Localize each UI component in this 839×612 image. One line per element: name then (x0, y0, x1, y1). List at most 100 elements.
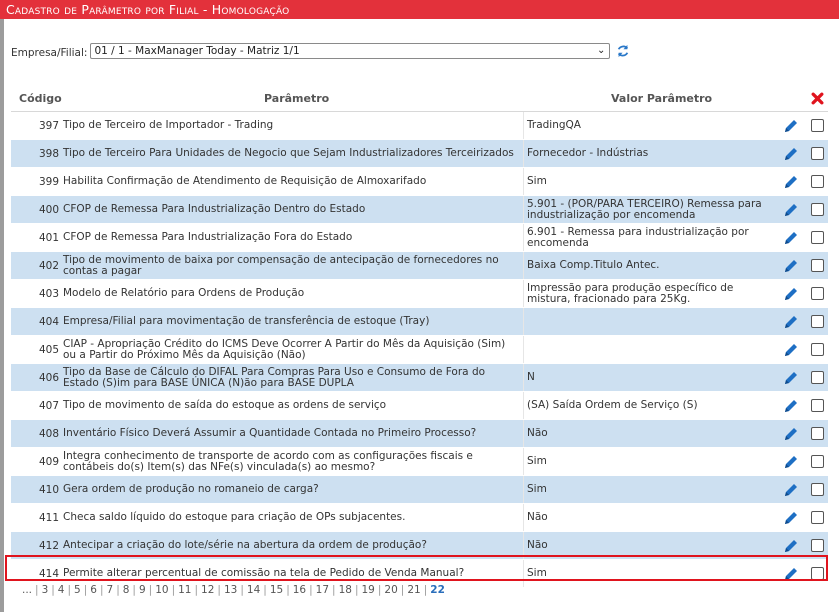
row-value: Sim (523, 168, 773, 195)
row-value: Fornecedor - Indústrias (523, 140, 773, 167)
header-value[interactable]: Valor Parâmetro (611, 92, 712, 105)
row-value: 5.901 - (POR/PARA TERCEIRO) Remessa para… (523, 196, 773, 223)
row-value: Sim (523, 560, 773, 587)
table-row[interactable]: 409 Integra conhecimento de transporte de… (11, 448, 828, 476)
row-checkbox[interactable] (811, 343, 824, 356)
empresa-filial-select[interactable]: 01 / 1 - MaxManager Today - Matriz 1/1 ⌄ (90, 43, 611, 59)
row-checkbox[interactable] (811, 287, 824, 300)
pager-page-link[interactable]: 10 (155, 584, 168, 596)
row-code: 414 (38, 567, 59, 580)
pager-page-link[interactable]: 11 (178, 584, 191, 596)
header-code[interactable]: Código (19, 92, 62, 105)
row-parameter: Habilita Confirmação de Atendimento de R… (63, 175, 427, 187)
pencil-icon[interactable] (783, 566, 799, 582)
pencil-icon[interactable] (783, 426, 799, 442)
pager-separator: | (309, 584, 313, 596)
table-row[interactable]: 401 CFOP de Remessa Para Industrialização… (11, 224, 828, 252)
delete-x-icon[interactable] (811, 92, 824, 105)
row-checkbox[interactable] (811, 147, 824, 160)
pager-page-link[interactable]: 14 (247, 584, 260, 596)
pager-page-link[interactable]: 13 (224, 584, 237, 596)
row-checkbox[interactable] (811, 119, 824, 132)
pencil-icon[interactable] (783, 510, 799, 526)
pager-page-link[interactable]: 8 (123, 584, 130, 596)
table-row[interactable]: 400 CFOP de Remessa Para Industrialização… (11, 196, 828, 224)
table-row[interactable]: 407 Tipo de movimento de saída do estoque… (11, 392, 828, 420)
table-row[interactable]: 410 Gera ordem de produção no romaneio de… (11, 476, 828, 504)
table-row[interactable]: 412 Antecipar a criação do lote/série na … (11, 532, 828, 560)
row-code: 411 (38, 511, 59, 524)
row-checkbox[interactable] (811, 483, 824, 496)
pager-page-link[interactable]: 4 (58, 584, 65, 596)
row-code: 405 (38, 343, 59, 356)
row-value: Não (523, 420, 773, 447)
page-title: Cadastro de Parâmetro por Filial - Homol… (6, 2, 290, 17)
pager-page-link[interactable]: 16 (293, 584, 306, 596)
row-checkbox[interactable] (811, 315, 824, 328)
table-row[interactable]: 398 Tipo de Terceiro Para Unidades de Neg… (11, 140, 828, 168)
table-row[interactable]: 406 Tipo da Base de Cálculo do DIFAL Para… (11, 364, 828, 392)
pencil-icon[interactable] (783, 118, 799, 134)
row-value: TradingQA (523, 112, 773, 139)
row-value (523, 336, 773, 363)
pager-ellipsis[interactable]: ... (22, 584, 32, 596)
row-checkbox[interactable] (811, 455, 824, 468)
table-row[interactable]: 397 Tipo de Terceiro de Importador - Trad… (11, 112, 828, 140)
pager-page-link[interactable]: 3 (42, 584, 49, 596)
table-row[interactable]: 403 Modelo de Relatório para Ordens de Pr… (11, 280, 828, 308)
pager-page-link[interactable]: 5 (74, 584, 81, 596)
row-checkbox[interactable] (811, 231, 824, 244)
pencil-icon[interactable] (783, 342, 799, 358)
pager-page-link[interactable]: 7 (107, 584, 114, 596)
header-parameter[interactable]: Parâmetro (264, 92, 329, 105)
pager-separator: | (286, 584, 290, 596)
pencil-icon[interactable] (783, 286, 799, 302)
row-checkbox[interactable] (811, 371, 824, 384)
refresh-icon[interactable] (616, 44, 630, 58)
row-checkbox[interactable] (811, 399, 824, 412)
pager-page-link[interactable]: 21 (407, 584, 420, 596)
table-row[interactable]: 404 Empresa/Filial para movimentação de t… (11, 308, 828, 336)
table-row[interactable]: 411 Checa saldo líquido do estoque para c… (11, 504, 828, 532)
title-bar: Cadastro de Parâmetro por Filial - Homol… (0, 0, 839, 19)
row-checkbox[interactable] (811, 175, 824, 188)
pager-page-link[interactable]: 18 (339, 584, 352, 596)
pager-page-link[interactable]: 17 (316, 584, 329, 596)
row-checkbox[interactable] (811, 259, 824, 272)
pencil-icon[interactable] (783, 538, 799, 554)
pager-page-link[interactable]: 15 (270, 584, 283, 596)
pencil-icon[interactable] (783, 146, 799, 162)
row-value: (SA) Saída Ordem de Serviço (S) (523, 392, 773, 419)
filter-bar: Empresa/Filial: 01 / 1 - MaxManager Toda… (11, 42, 630, 60)
pencil-icon[interactable] (783, 482, 799, 498)
pencil-icon[interactable] (783, 314, 799, 330)
row-checkbox[interactable] (811, 539, 824, 552)
pager-separator: | (83, 584, 88, 596)
pager-page-link[interactable]: 12 (201, 584, 214, 596)
table-row[interactable]: 408 Inventário Físico Deverá Assumir a Qu… (11, 420, 828, 448)
row-checkbox[interactable] (811, 203, 824, 216)
table-row[interactable]: 402 Tipo de movimento de baixa por compen… (11, 252, 828, 280)
pencil-icon[interactable] (783, 398, 799, 414)
table-row[interactable]: 399 Habilita Confirmação de Atendimento d… (11, 168, 828, 196)
pager-page-link[interactable]: 9 (139, 584, 146, 596)
pager-page-link[interactable]: 6 (90, 584, 97, 596)
row-code: 399 (38, 175, 59, 188)
pencil-icon[interactable] (783, 370, 799, 386)
row-value: Baixa Comp.Titulo Antec. (523, 252, 773, 279)
pager-page-link[interactable]: 20 (384, 584, 397, 596)
pencil-icon[interactable] (783, 202, 799, 218)
pager-separator: | (171, 584, 176, 596)
pencil-icon[interactable] (783, 174, 799, 190)
pencil-icon[interactable] (783, 258, 799, 274)
row-checkbox[interactable] (811, 567, 824, 580)
row-value: 6.901 - Remessa para industrialização po… (523, 224, 773, 251)
row-checkbox[interactable] (811, 511, 824, 524)
row-checkbox[interactable] (811, 427, 824, 440)
pencil-icon[interactable] (783, 454, 799, 470)
pager-page-link[interactable]: 19 (362, 584, 375, 596)
pencil-icon[interactable] (783, 230, 799, 246)
row-parameter: Inventário Físico Deverá Assumir a Quant… (63, 427, 477, 439)
table-row[interactable]: 405 CIAP - Apropriação Crédito do ICMS De… (11, 336, 828, 364)
row-value: Impressão para produção específico de mi… (523, 280, 773, 307)
